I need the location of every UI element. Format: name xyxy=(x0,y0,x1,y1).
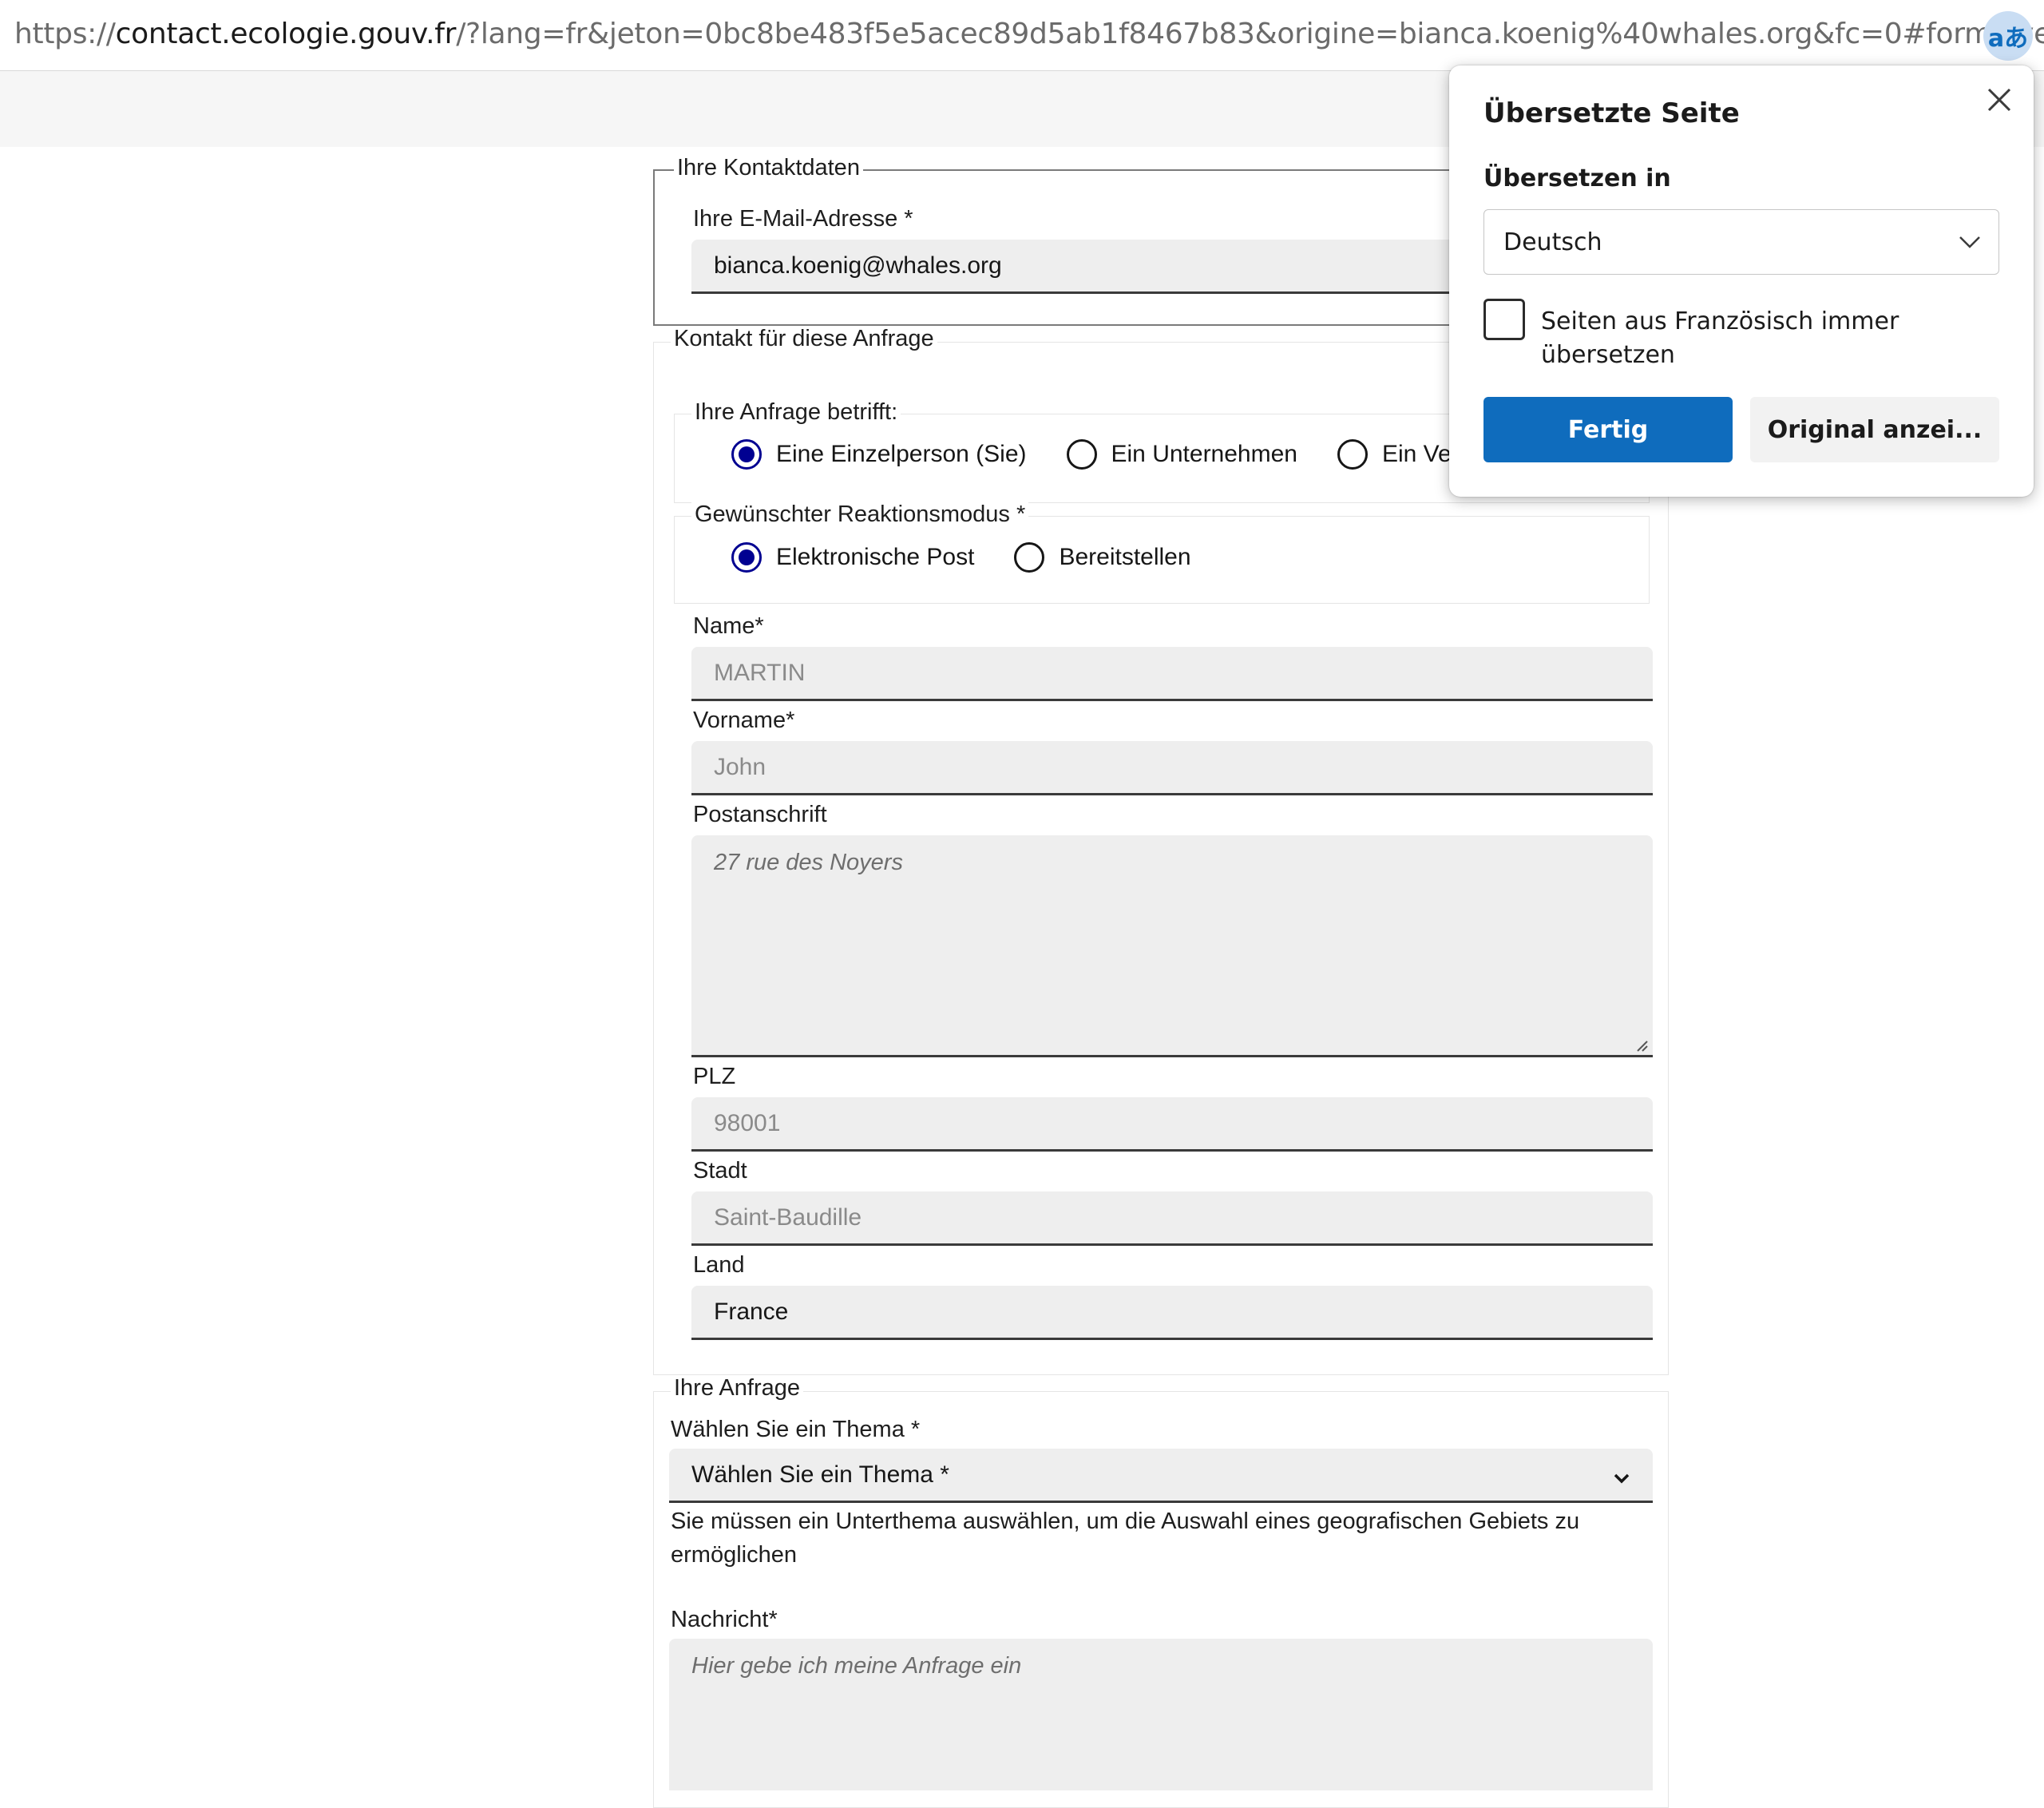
radio-association[interactable]: Ein Ver xyxy=(1337,439,1460,470)
url-host: contact.ecologie.gouv.fr xyxy=(115,18,457,50)
radio-provide[interactable]: Bereitstellen xyxy=(1014,542,1191,573)
chevron-down-icon xyxy=(1614,1473,1630,1484)
popup-title: Übersetzte Seite xyxy=(1483,97,1740,129)
address-label: Postanschrift xyxy=(693,802,827,827)
url-scheme: https:// xyxy=(14,18,116,50)
address-textarea[interactable]: 27 rue des Noyers xyxy=(691,835,1653,1057)
chevron-down-icon xyxy=(1959,236,1980,248)
radio-company-button[interactable] xyxy=(1066,439,1097,470)
translate-to-label: Übersetzen in xyxy=(1483,165,1671,192)
contact-legend: Ihre Kontaktdaten xyxy=(674,155,863,181)
translate-popup: Übersetzte Seite Übersetzen in Deutsch S… xyxy=(1449,65,2034,497)
radio-individual-label: Eine Einzelperson (Sie) xyxy=(776,441,1027,467)
radio-association-button[interactable] xyxy=(1337,439,1368,470)
resize-handle-icon[interactable] xyxy=(1634,1037,1648,1052)
city-field[interactable]: Saint-Baudille xyxy=(691,1191,1653,1246)
url-text[interactable]: https://contact.ecologie.gouv.fr/?lang=f… xyxy=(14,18,2044,50)
url-path: /?lang=fr&jeton=0bc8be483f5e5acec89d5ab1… xyxy=(456,18,2044,50)
always-translate-checkbox[interactable] xyxy=(1483,299,1525,340)
zip-label: PLZ xyxy=(693,1064,736,1089)
close-icon[interactable] xyxy=(1983,83,2016,117)
topic-select[interactable]: Wählen Sie ein Thema * xyxy=(669,1449,1653,1503)
city-label: Stadt xyxy=(693,1158,747,1184)
radio-email-label: Elektronische Post xyxy=(776,544,975,570)
message-label: Nachricht* xyxy=(671,1607,778,1632)
request-legend: Ihre Anfrage xyxy=(671,1375,803,1402)
radio-individual-button[interactable] xyxy=(731,439,762,470)
email-label: Ihre E-Mail-Adresse * xyxy=(693,206,913,232)
country-label: Land xyxy=(693,1252,745,1278)
name-placeholder: MARTIN xyxy=(714,659,806,686)
done-button[interactable]: Fertig xyxy=(1483,397,1733,462)
zip-placeholder: 98001 xyxy=(714,1109,781,1136)
radio-company-label: Ein Unternehmen xyxy=(1111,441,1297,467)
request-contact-legend: Kontakt für diese Anfrage xyxy=(671,326,937,352)
name-field[interactable]: MARTIN xyxy=(691,647,1653,701)
topic-label: Wählen Sie ein Thema * xyxy=(671,1417,921,1442)
topic-selected-value: Wählen Sie ein Thema * xyxy=(691,1461,949,1488)
show-original-button[interactable]: Original anzei... xyxy=(1750,397,1999,462)
mode-radio-group: Elektronische Post Bereitstellen xyxy=(731,542,1231,573)
city-placeholder: Saint-Baudille xyxy=(714,1203,862,1231)
language-selected-value: Deutsch xyxy=(1503,228,1602,256)
country-value: France xyxy=(714,1298,789,1325)
message-placeholder: Hier gebe ich meine Anfrage ein xyxy=(691,1653,1022,1679)
radio-email[interactable]: Elektronische Post xyxy=(731,542,974,573)
radio-individual[interactable]: Eine Einzelperson (Sie) xyxy=(731,439,1027,470)
firstname-field[interactable]: John xyxy=(691,741,1653,795)
concerns-legend: Ihre Anfrage betrifft: xyxy=(691,399,901,426)
radio-provide-label: Bereitstellen xyxy=(1059,544,1191,570)
email-value: bianca.koenig@whales.org xyxy=(714,252,1002,279)
radio-company[interactable]: Ein Unternehmen xyxy=(1066,439,1297,470)
language-select[interactable]: Deutsch xyxy=(1483,209,1999,275)
address-bar[interactable]: https://contact.ecologie.gouv.fr/?lang=f… xyxy=(0,0,2044,71)
firstname-label: Vorname* xyxy=(693,708,795,733)
translate-icon[interactable]: aあ xyxy=(1983,11,2033,61)
always-translate-label[interactable]: Seiten aus Französisch immer übersetzen xyxy=(1541,305,1956,372)
radio-email-button[interactable] xyxy=(731,542,762,573)
country-field[interactable]: France xyxy=(691,1286,1653,1340)
name-label: Name* xyxy=(693,613,764,639)
message-textarea[interactable]: Hier gebe ich meine Anfrage ein xyxy=(669,1639,1653,1790)
topic-hint: Sie müssen ein Unterthema auswählen, um … xyxy=(671,1509,1580,1568)
radio-provide-button[interactable] xyxy=(1014,542,1045,573)
firstname-placeholder: John xyxy=(714,753,766,780)
radio-association-label: Ein Ver xyxy=(1381,441,1460,467)
address-placeholder: 27 rue des Noyers xyxy=(714,850,903,875)
zip-field[interactable]: 98001 xyxy=(691,1097,1653,1152)
concerns-radio-group: Eine Einzelperson (Sie) Ein Unternehmen … xyxy=(731,439,1499,470)
mode-legend: Gewünschter Reaktionsmodus * xyxy=(691,502,1029,528)
